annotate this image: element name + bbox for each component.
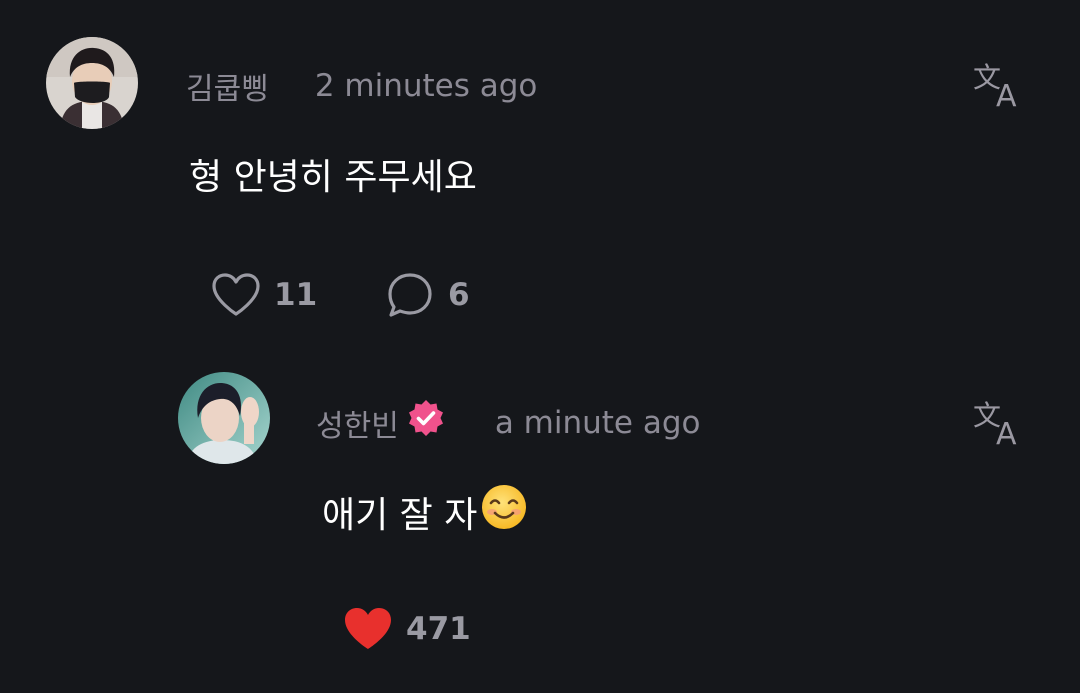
comment-reply-button[interactable]: 6 — [386, 271, 470, 319]
reply-text: 애기 잘 자 — [322, 494, 478, 536]
translate-icon[interactable]: 文 A — [972, 398, 1028, 452]
reply-author-avatar[interactable] — [178, 372, 270, 464]
heart-filled-icon — [345, 608, 391, 649]
heart-outline-icon — [212, 273, 260, 316]
reply-like-button[interactable]: 471 — [342, 606, 471, 652]
reply-timestamp: a minute ago — [494, 405, 701, 441]
reply-like-count: 471 — [406, 611, 471, 647]
reply-text-row: 애기 잘 자 — [322, 482, 529, 541]
reply-meta: 성한빈 a minute ago — [316, 398, 701, 448]
comment-bubble-icon — [388, 273, 432, 317]
verified-badge-icon — [405, 398, 447, 448]
comment-like-button[interactable]: 11 — [210, 272, 317, 318]
comment-timestamp: 2 minutes ago — [314, 68, 538, 104]
smiling-face-emoji — [479, 482, 529, 541]
comment-username[interactable]: 김쿱삥 — [186, 64, 269, 108]
comment-meta: 김쿱삥 2 minutes ago — [186, 64, 537, 108]
reply-username[interactable]: 성한빈 — [316, 401, 399, 445]
comment-like-count: 11 — [274, 277, 318, 313]
svg-text:A: A — [996, 417, 1017, 448]
comment-reply-count: 6 — [448, 277, 470, 313]
comment-author-avatar[interactable] — [46, 37, 138, 129]
svg-text:A: A — [996, 79, 1017, 110]
translate-icon[interactable]: 文 A — [972, 60, 1028, 114]
comment-text: 형 안녕히 주무세요 — [189, 157, 477, 198]
